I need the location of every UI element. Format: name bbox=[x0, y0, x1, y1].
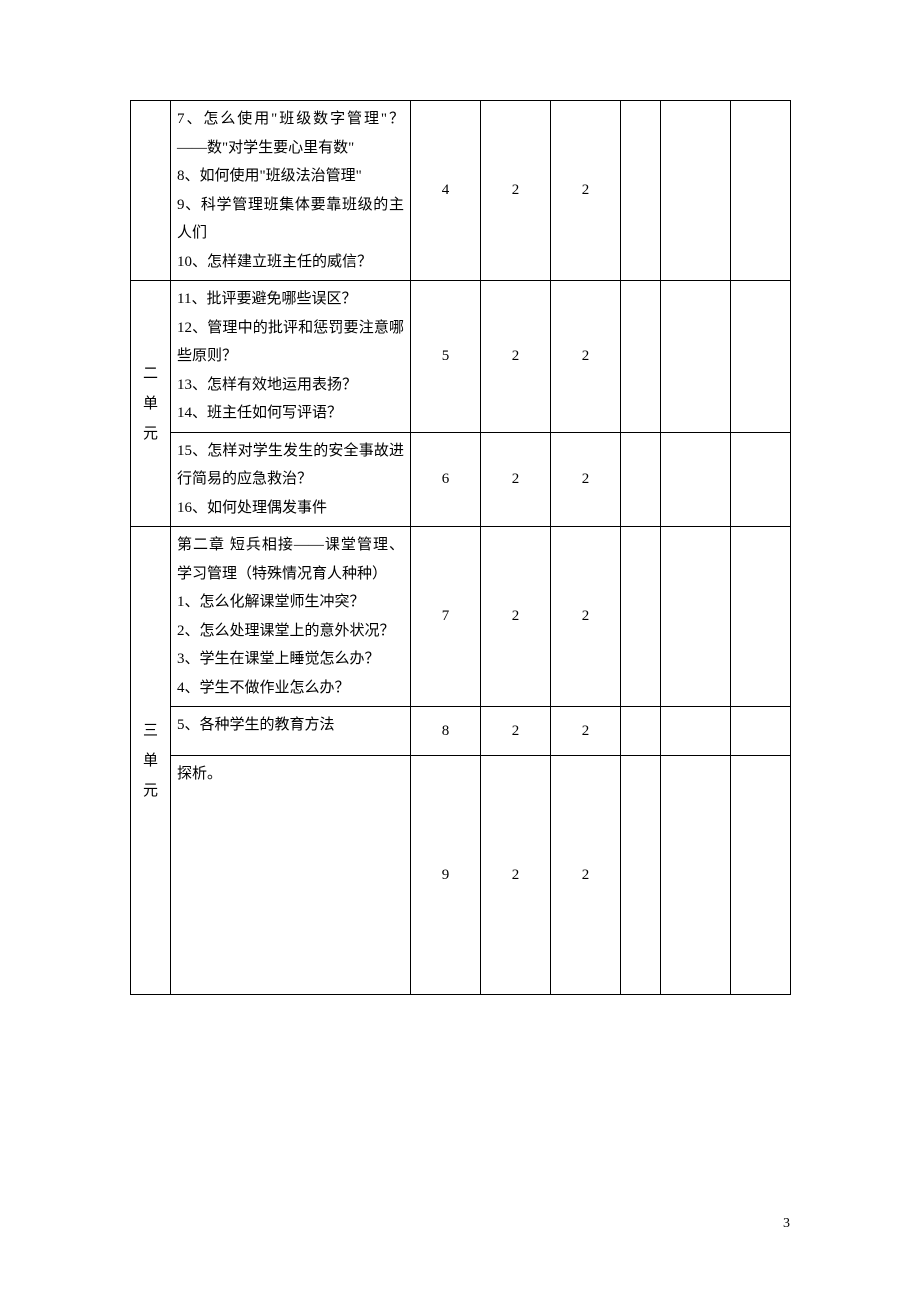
blank-cell bbox=[621, 527, 661, 707]
blank-cell bbox=[661, 527, 731, 707]
unit-cell-empty bbox=[131, 101, 171, 281]
col-value: 6 bbox=[411, 432, 481, 527]
blank-cell bbox=[661, 756, 731, 995]
content-cell: 15、怎样对学生发生的安全事故进行简易的应急救治？ 16、如何处理偶发事件 bbox=[171, 432, 411, 527]
col-value: 2 bbox=[481, 432, 551, 527]
blank-cell bbox=[621, 101, 661, 281]
col-value: 2 bbox=[551, 756, 621, 995]
table-row: 二单元 11、批评要避免哪些误区？ 12、管理中的批评和惩罚要注意哪些原则？ 1… bbox=[131, 281, 791, 433]
content-cell: 5、各种学生的教育方法 bbox=[171, 707, 411, 756]
blank-cell bbox=[661, 707, 731, 756]
col-value: 2 bbox=[481, 527, 551, 707]
syllabus-table: 7、怎么使用"班级数字管理"？——数"对学生要心里有数" 8、如何使用"班级法治… bbox=[130, 100, 791, 995]
blank-cell bbox=[731, 432, 791, 527]
col-value: 2 bbox=[481, 707, 551, 756]
blank-cell bbox=[621, 281, 661, 433]
col-value: 2 bbox=[551, 527, 621, 707]
col-value: 2 bbox=[551, 432, 621, 527]
col-value: 2 bbox=[481, 756, 551, 995]
table-row: 探析。 9 2 2 bbox=[131, 756, 791, 995]
col-value: 9 bbox=[411, 756, 481, 995]
col-value: 4 bbox=[411, 101, 481, 281]
table-row: 三单元 第二章 短兵相接——课堂管理、学习管理（特殊情况育人种种） 1、怎么化解… bbox=[131, 527, 791, 707]
col-value: 5 bbox=[411, 281, 481, 433]
blank-cell bbox=[621, 756, 661, 995]
unit-cell-two: 二单元 bbox=[131, 281, 171, 527]
table-row: 5、各种学生的教育方法 8 2 2 bbox=[131, 707, 791, 756]
blank-cell bbox=[661, 281, 731, 433]
col-value: 2 bbox=[481, 101, 551, 281]
col-value: 8 bbox=[411, 707, 481, 756]
content-cell: 11、批评要避免哪些误区？ 12、管理中的批评和惩罚要注意哪些原则？ 13、怎样… bbox=[171, 281, 411, 433]
unit-cell-three: 三单元 bbox=[131, 527, 171, 995]
blank-cell bbox=[661, 432, 731, 527]
blank-cell bbox=[731, 101, 791, 281]
col-value: 2 bbox=[481, 281, 551, 433]
blank-cell bbox=[731, 281, 791, 433]
col-value: 2 bbox=[551, 281, 621, 433]
document-page: 7、怎么使用"班级数字管理"？——数"对学生要心里有数" 8、如何使用"班级法治… bbox=[0, 0, 920, 1302]
blank-cell bbox=[621, 432, 661, 527]
page-number: 3 bbox=[783, 1216, 790, 1232]
table-row: 7、怎么使用"班级数字管理"？——数"对学生要心里有数" 8、如何使用"班级法治… bbox=[131, 101, 791, 281]
col-value: 2 bbox=[551, 707, 621, 756]
blank-cell bbox=[731, 707, 791, 756]
blank-cell bbox=[731, 756, 791, 995]
content-cell: 探析。 bbox=[171, 756, 411, 995]
blank-cell bbox=[731, 527, 791, 707]
content-cell: 第二章 短兵相接——课堂管理、学习管理（特殊情况育人种种） 1、怎么化解课堂师生… bbox=[171, 527, 411, 707]
table-row: 15、怎样对学生发生的安全事故进行简易的应急救治？ 16、如何处理偶发事件 6 … bbox=[131, 432, 791, 527]
content-cell: 7、怎么使用"班级数字管理"？——数"对学生要心里有数" 8、如何使用"班级法治… bbox=[171, 101, 411, 281]
blank-cell bbox=[621, 707, 661, 756]
blank-cell bbox=[661, 101, 731, 281]
col-value: 7 bbox=[411, 527, 481, 707]
col-value: 2 bbox=[551, 101, 621, 281]
